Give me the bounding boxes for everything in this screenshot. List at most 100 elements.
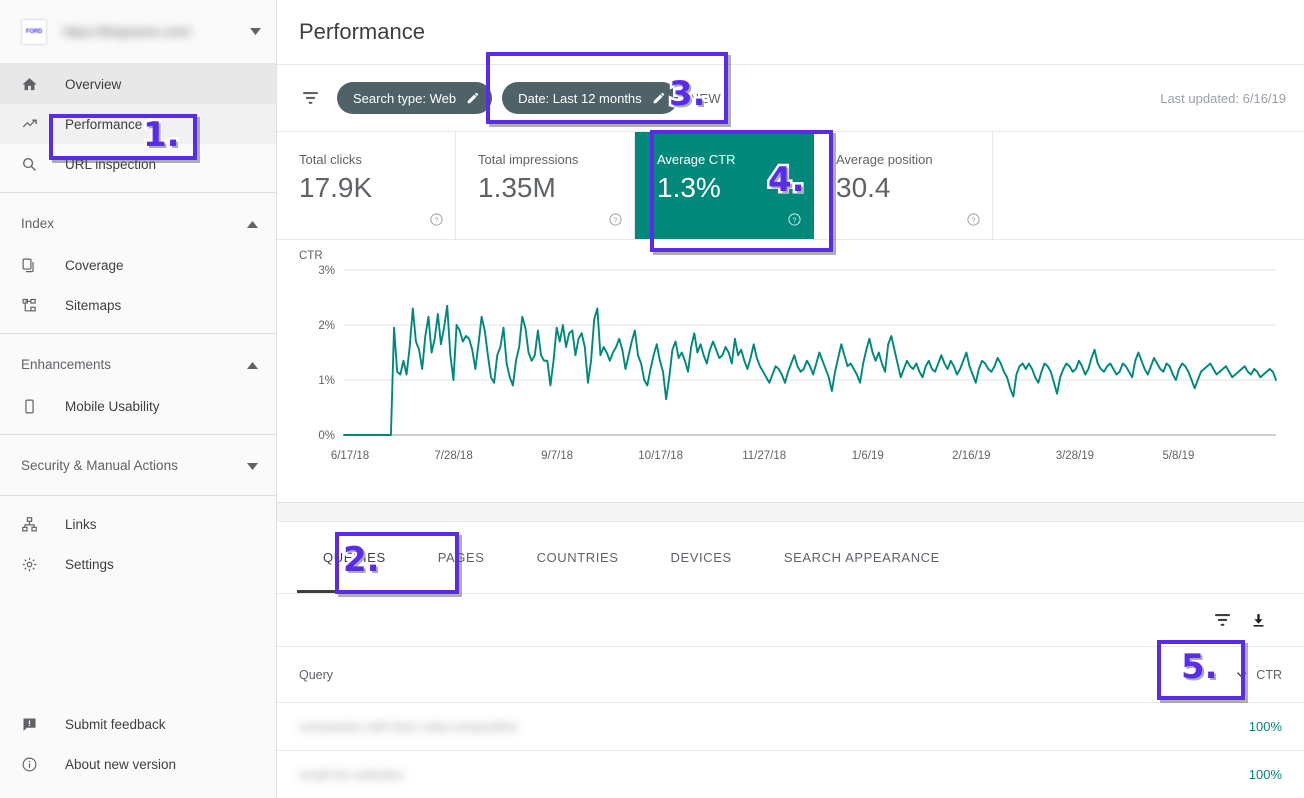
sidebar-item-performance[interactable]: Performance [0,104,276,144]
chip-label: Search type: Web [353,91,456,106]
sidebar-item-links[interactable]: Links [0,504,276,544]
sidebar-item-url-inspection[interactable]: URL inspection [0,144,276,184]
chart-plot-area[interactable]: 0%1%2%3%6/17/187/28/189/7/1810/17/1811/2… [299,254,1286,484]
svg-text:7/28/18: 7/28/18 [434,450,472,462]
detail-panel: QUERIES PAGES COUNTRIES DEVICES SEARCH A… [277,521,1304,798]
chevron-up-icon[interactable] [247,357,258,372]
sidebar-item-settings[interactable]: Settings [0,544,276,584]
date-range-chip[interactable]: Date: Last 12 months [502,82,678,114]
svg-text:?: ? [613,215,617,224]
table-row[interactable]: small biz websites 100% [277,751,1304,798]
sidebar-item-coverage[interactable]: Coverage [0,245,276,285]
metric-label: Total impressions [478,152,634,167]
sidebar-item-label: Links [65,517,97,532]
filter-funnel-icon[interactable] [1204,602,1240,638]
tab-devices[interactable]: DEVICES [645,522,758,593]
filter-funnel-icon[interactable] [293,81,327,115]
sidebar: FORD https://blogname.com/ Overview Perf… [0,0,277,798]
chevron-down-icon[interactable] [247,458,258,473]
main-content: Performance Search type: Web Date: Last … [277,0,1304,798]
sidebar-item-overview[interactable]: Overview [0,64,276,104]
svg-text:?: ? [792,215,796,224]
sidebar-section-security[interactable]: Security & Manual Actions [0,443,276,487]
svg-text:1%: 1% [318,375,335,387]
sidebar-item-label: Performance [65,117,142,132]
metric-value: 17.9K [299,173,455,202]
sitemap-icon [21,297,43,314]
search-type-chip[interactable]: Search type: Web [337,82,492,114]
chevron-down-icon[interactable] [244,28,266,35]
download-icon[interactable] [1240,602,1276,638]
tab-label: COUNTRIES [537,550,619,565]
tab-search-appearance[interactable]: SEARCH APPEARANCE [758,522,966,593]
table-header-row: Query CTR [277,647,1304,703]
sidebar-item-label: Coverage [65,258,124,273]
sidebar-footer: Submit feedback About new version [0,704,276,798]
divider [0,434,276,435]
sidebar-section-label: Enhancements [21,357,247,372]
svg-text:?: ? [434,215,438,224]
help-circle-icon[interactable]: ? [429,212,444,232]
filter-bar: Search type: Web Date: Last 12 months NE… [277,64,1304,132]
chevron-up-icon[interactable] [247,216,258,231]
sidebar-item-about-new-version[interactable]: About new version [0,744,276,784]
metric-label: Total clicks [299,152,455,167]
sidebar-item-submit-feedback[interactable]: Submit feedback [0,704,276,744]
sidebar-item-sitemaps[interactable]: Sitemaps [0,285,276,325]
sidebar-section-index[interactable]: Index [0,201,276,245]
new-badge: NEW [690,91,721,106]
metrics-spacer [993,132,1304,239]
help-circle-icon[interactable]: ? [787,212,802,232]
sidebar-item-label: Settings [65,557,114,572]
search-console-app: FORD https://blogname.com/ Overview Perf… [0,0,1304,798]
svg-text:5/8/19: 5/8/19 [1162,450,1194,462]
search-icon [21,156,43,173]
queries-table: Query CTR companies with best value prop… [277,646,1304,798]
sidebar-nav: Overview Performance URL inspection Inde… [0,64,276,704]
tab-label: PAGES [438,550,485,565]
divider [0,495,276,496]
feedback-icon [21,716,43,733]
sidebar-item-label: Mobile Usability [65,399,160,414]
sidebar-item-label: Overview [65,77,121,92]
svg-text:3/28/19: 3/28/19 [1056,450,1094,462]
cell-query: small biz websites [277,751,1042,798]
help-circle-icon[interactable]: ? [966,212,981,232]
svg-text:2/16/19: 2/16/19 [952,450,990,462]
metric-average-position[interactable]: Average position 30.4 ? [814,132,993,239]
home-icon [21,76,43,93]
chip-label: Date: Last 12 months [518,91,642,106]
divider [0,192,276,193]
pages-copy-icon [21,257,43,274]
property-selector[interactable]: FORD https://blogname.com/ [0,0,276,64]
property-url: https://blogname.com/ [63,24,244,39]
column-header-query[interactable]: Query [277,647,1042,703]
metric-total-impressions[interactable]: Total impressions 1.35M ? [456,132,635,239]
metric-label: Average CTR [657,152,813,167]
metric-label: Average position [836,152,992,167]
svg-text:3%: 3% [318,265,335,277]
column-label: CTR [1256,668,1282,682]
chart-svg: 0%1%2%3%6/17/187/28/189/7/1810/17/1811/2… [299,254,1284,469]
metric-average-ctr[interactable]: Average CTR 1.3% ? [635,132,814,239]
table-row[interactable]: companies with best value proposition 10… [277,703,1304,751]
table-body: companies with best value proposition 10… [277,703,1304,798]
performance-chart: CTR 0%1%2%3%6/17/187/28/189/7/1810/17/18… [277,240,1304,500]
help-circle-icon[interactable]: ? [608,212,623,232]
links-node-icon [21,516,43,533]
sidebar-item-label: URL inspection [65,157,156,172]
pencil-icon[interactable] [652,91,666,105]
sidebar-item-label: About new version [65,757,176,772]
svg-text:11/27/18: 11/27/18 [742,450,786,462]
tab-pages[interactable]: PAGES [412,522,511,593]
pencil-icon[interactable] [466,91,480,105]
metric-value: 1.3% [657,173,813,202]
property-logo-icon: FORD [21,19,47,45]
svg-text:6/17/18: 6/17/18 [331,450,369,462]
tab-queries[interactable]: QUERIES [297,522,412,593]
sidebar-section-enhancements[interactable]: Enhancements [0,342,276,386]
tab-countries[interactable]: COUNTRIES [511,522,645,593]
metric-total-clicks[interactable]: Total clicks 17.9K ? [277,132,456,239]
column-header-ctr[interactable]: CTR [1042,647,1304,703]
sidebar-item-mobile-usability[interactable]: Mobile Usability [0,386,276,426]
